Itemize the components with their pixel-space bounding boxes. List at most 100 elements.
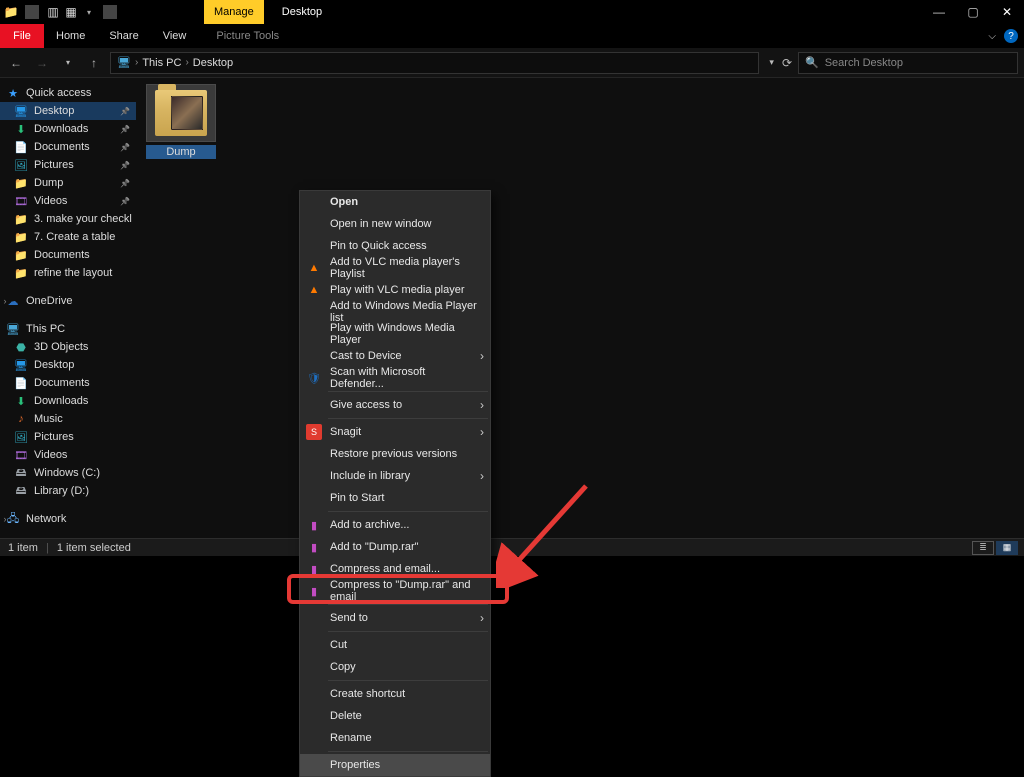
sidebar-item-pc-4[interactable]: ♪Music: [0, 410, 136, 428]
ctx-add-dump-rar[interactable]: ▮Add to "Dump.rar": [300, 536, 490, 558]
search-box[interactable]: 🔍 Search Desktop: [798, 52, 1018, 74]
minimize-button[interactable]: —: [922, 0, 956, 24]
breadcrumb-current[interactable]: Desktop: [193, 57, 233, 69]
ctx-open-new-window[interactable]: Open in new window: [300, 213, 490, 235]
forward-button[interactable]: →: [32, 53, 52, 73]
thumbnails-view-button[interactable]: ▦: [996, 541, 1018, 555]
sidebar-item-pc-8[interactable]: 🖴Library (D:): [0, 482, 136, 500]
fold-icon: 📁: [14, 176, 28, 190]
music-icon: ♪: [14, 412, 28, 426]
ctx-compress-email[interactable]: ▮Compress and email...: [300, 558, 490, 580]
sidebar-label: OneDrive: [26, 295, 72, 307]
home-tab[interactable]: Home: [44, 24, 97, 48]
contextual-tab-manage[interactable]: Manage: [204, 0, 264, 24]
folder-app-icon: 📁: [4, 5, 18, 19]
back-button[interactable]: ←: [6, 53, 26, 73]
ctx-copy[interactable]: Copy: [300, 656, 490, 678]
sidebar-item-label: refine the layout: [34, 267, 112, 279]
chevron-right-icon[interactable]: ›: [0, 296, 10, 306]
sidebar-item-pc-5[interactable]: 🖼Pictures: [0, 428, 136, 446]
ctx-open[interactable]: Open: [300, 191, 490, 213]
qat-dropdown-icon[interactable]: ▾: [82, 5, 96, 19]
fold-icon: 📁: [14, 230, 28, 244]
ctx-delete[interactable]: Delete: [300, 705, 490, 727]
ctx-defender-scan[interactable]: 🛡Scan with Microsoft Defender...: [300, 367, 490, 389]
sidebar-item-quick-0[interactable]: 🖥Desktop: [0, 102, 136, 120]
submenu-arrow-icon: ›: [480, 611, 484, 625]
ctx-vlc-add[interactable]: ▲Add to VLC media player's Playlist: [300, 257, 490, 279]
qat-properties-icon[interactable]: ▥: [46, 5, 60, 19]
ctx-rename[interactable]: Rename: [300, 727, 490, 749]
sidebar-item-pc-6[interactable]: 🎞Videos: [0, 446, 136, 464]
sidebar-item-pc-2[interactable]: 📄Documents: [0, 374, 136, 392]
address-bar[interactable]: 🖥 › This PC › Desktop: [110, 52, 759, 74]
recent-dropdown-icon[interactable]: ▾: [58, 53, 78, 73]
sidebar-item-quick-3[interactable]: 🖼Pictures: [0, 156, 136, 174]
ctx-wmp-play[interactable]: Play with Windows Media Player: [300, 323, 490, 345]
sidebar-item-label: Downloads: [34, 123, 88, 135]
down-icon: ⬇: [14, 394, 28, 408]
winrar-icon: ▮: [306, 561, 322, 577]
file-list[interactable]: Dump Open Open in new window Pin to Quic…: [136, 78, 1024, 538]
ribbon-collapse-icon[interactable]: ⌵: [988, 31, 996, 42]
winrar-icon: ▮: [306, 539, 322, 555]
sidebar-item-label: Dump: [34, 177, 63, 189]
sidebar-item-quick-5[interactable]: 🎞Videos: [0, 192, 136, 210]
vlc-icon: ▲: [306, 282, 322, 298]
sidebar-item-pc-1[interactable]: 🖥Desktop: [0, 356, 136, 374]
refresh-button[interactable]: ⟳: [782, 56, 792, 70]
up-button[interactable]: ↑: [84, 53, 104, 73]
ctx-send-to[interactable]: Send to›: [300, 607, 490, 629]
sidebar-item-quick-9[interactable]: 📁refine the layout: [0, 264, 136, 282]
share-tab[interactable]: Share: [97, 24, 150, 48]
address-dropdown-icon[interactable]: ▾: [769, 57, 774, 68]
ctx-compress-rar-email[interactable]: ▮Compress to "Dump.rar" and email: [300, 580, 490, 602]
separator: [103, 5, 117, 19]
ctx-pin-start[interactable]: Pin to Start: [300, 487, 490, 509]
breadcrumb-root[interactable]: This PC: [142, 57, 181, 69]
sidebar-item-label: Videos: [34, 195, 67, 207]
sidebar-item-label: Desktop: [34, 359, 74, 371]
sidebar-item-pc-7[interactable]: 🖴Windows (C:): [0, 464, 136, 482]
sidebar-item-quick-7[interactable]: 📁7. Create a table: [0, 228, 136, 246]
search-icon: 🔍: [805, 56, 819, 69]
navigation-pane[interactable]: ★ Quick access 🖥Desktop⬇Downloads📄Docume…: [0, 78, 136, 538]
maximize-button[interactable]: ▢: [956, 0, 990, 24]
ctx-give-access[interactable]: Give access to›: [300, 394, 490, 416]
view-tab[interactable]: View: [151, 24, 199, 48]
status-item-count: 1 item: [8, 542, 38, 554]
sidebar-item-quick-2[interactable]: 📄Documents: [0, 138, 136, 156]
ctx-create-shortcut[interactable]: Create shortcut: [300, 683, 490, 705]
ctx-snagit[interactable]: SSnagit›: [300, 421, 490, 443]
sidebar-item-quick-6[interactable]: 📁3. make your checkl: [0, 210, 136, 228]
picture-tools-tab[interactable]: Picture Tools: [204, 24, 291, 48]
sidebar-item-pc-3[interactable]: ⬇Downloads: [0, 392, 136, 410]
ctx-properties[interactable]: Properties: [300, 754, 490, 776]
ctx-pin-quick-access[interactable]: Pin to Quick access: [300, 235, 490, 257]
ctx-restore-versions[interactable]: Restore previous versions: [300, 443, 490, 465]
sidebar-this-pc[interactable]: 🖥 This PC: [0, 320, 136, 338]
sidebar-item-quick-4[interactable]: 📁 Dump: [0, 174, 136, 192]
close-button[interactable]: ✕: [990, 0, 1024, 24]
sidebar-item-label: Desktop: [34, 105, 74, 117]
chevron-right-icon: ›: [185, 57, 188, 68]
ctx-vlc-play[interactable]: ▲Play with VLC media player: [300, 279, 490, 301]
ctx-cut[interactable]: Cut: [300, 634, 490, 656]
folder-item-dump[interactable]: Dump: [146, 84, 216, 159]
ctx-wmp-add[interactable]: Add to Windows Media Player list: [300, 301, 490, 323]
ctx-include-library[interactable]: Include in library›: [300, 465, 490, 487]
ctx-add-archive[interactable]: ▮Add to archive...: [300, 514, 490, 536]
ctx-cast-to-device[interactable]: Cast to Device›: [300, 345, 490, 367]
qat-newfolder-icon[interactable]: ▦: [64, 5, 78, 19]
file-tab[interactable]: File: [0, 24, 44, 48]
sidebar-network[interactable]: › 🖧 Network: [0, 510, 136, 528]
chevron-right-icon[interactable]: ›: [0, 514, 10, 524]
sidebar-item-pc-0[interactable]: ⬣3D Objects: [0, 338, 136, 356]
help-icon[interactable]: ?: [1004, 29, 1018, 43]
details-view-button[interactable]: ≣: [972, 541, 994, 555]
doc-icon: 📄: [14, 140, 28, 154]
sidebar-quick-access[interactable]: ★ Quick access: [0, 84, 136, 102]
sidebar-item-quick-8[interactable]: 📁Documents: [0, 246, 136, 264]
sidebar-onedrive[interactable]: › ☁ OneDrive: [0, 292, 136, 310]
sidebar-item-quick-1[interactable]: ⬇Downloads: [0, 120, 136, 138]
